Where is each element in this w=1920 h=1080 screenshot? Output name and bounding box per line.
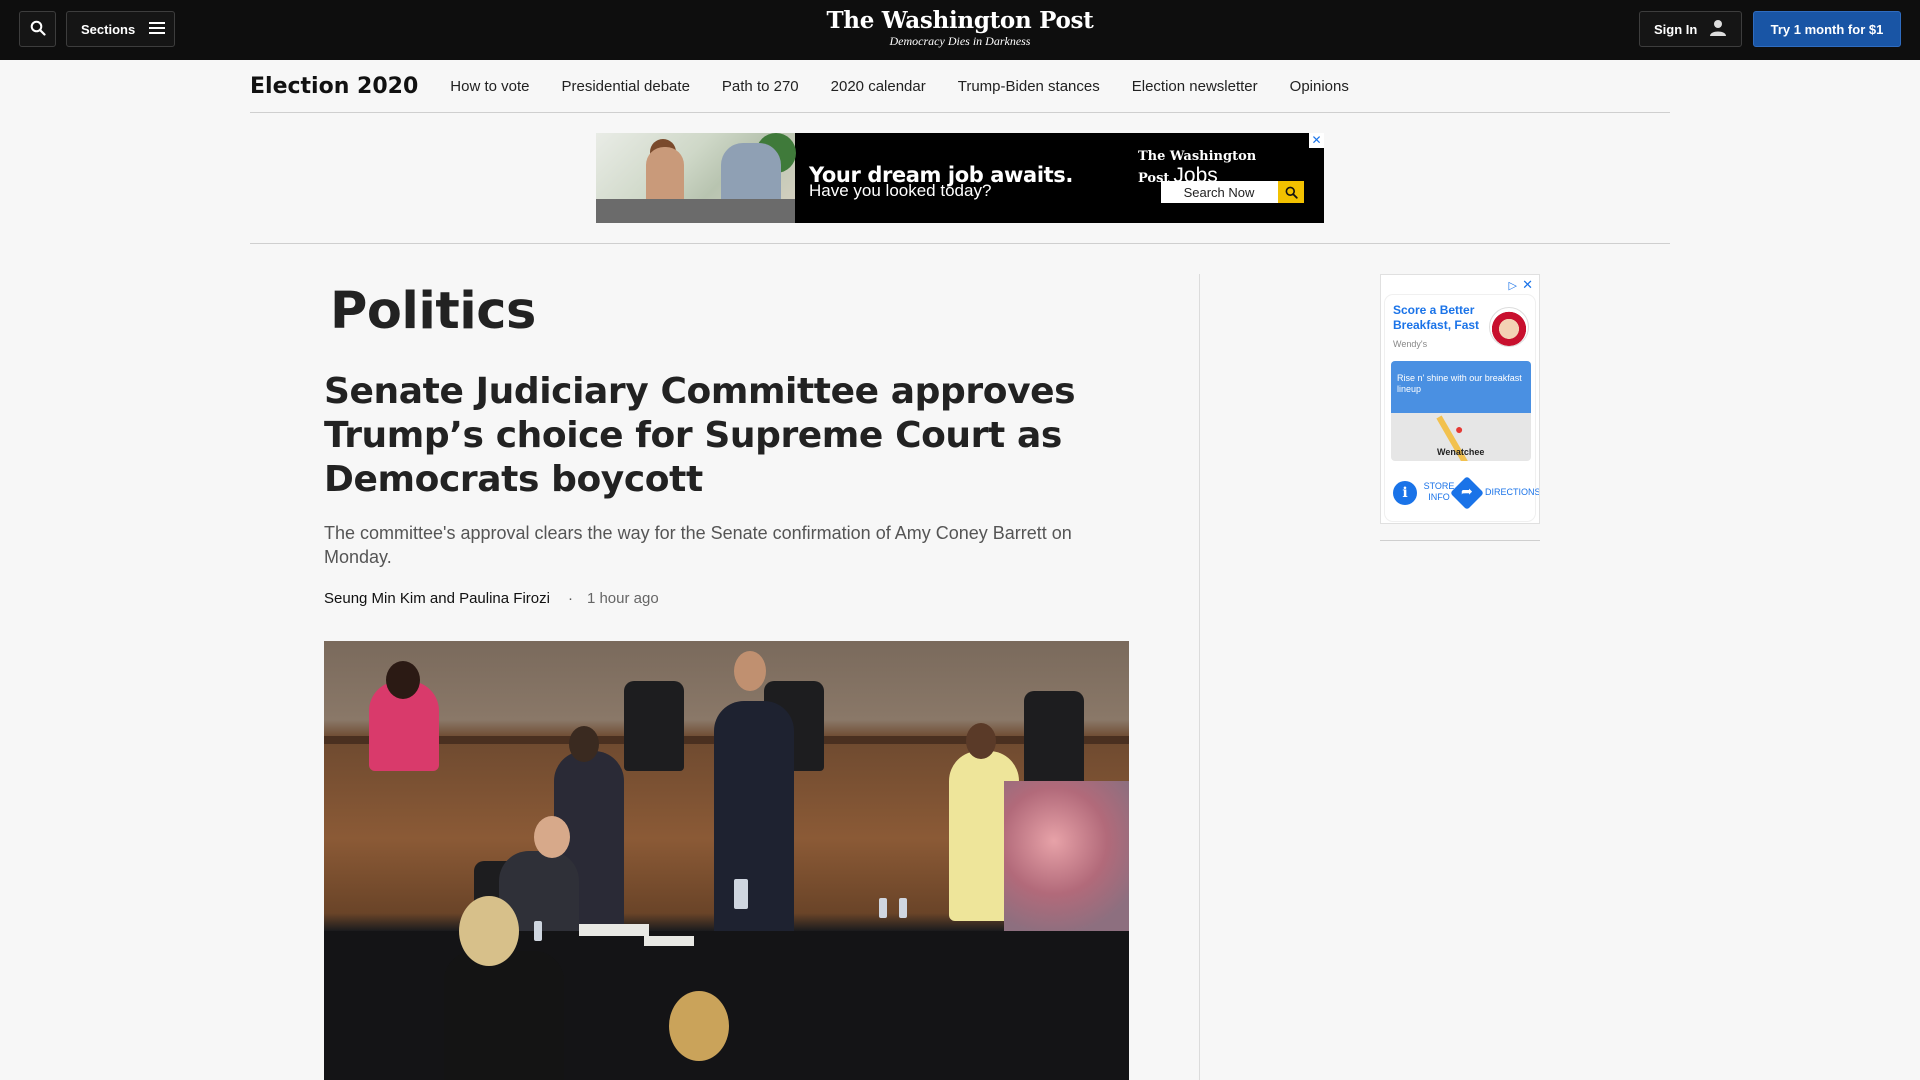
banner-ad-search-icon[interactable] xyxy=(1278,181,1304,203)
article-hero-image[interactable] xyxy=(324,641,1129,1080)
subscribe-trial-button[interactable]: Try 1 month for $1 xyxy=(1753,11,1901,47)
washington-post-logo[interactable]: The Washington Post Democracy Dies in Da… xyxy=(760,7,1160,49)
ad-map[interactable]: Rise n' shine with our breakfast lineup … xyxy=(1391,361,1531,461)
byline-authors[interactable]: Seung Min Kim and Paulina Firozi xyxy=(324,590,550,607)
sign-in-button[interactable]: Sign In xyxy=(1639,11,1742,47)
wendys-logo-icon xyxy=(1489,307,1529,347)
top-navigation-bar: Sections The Washington Post Democracy D… xyxy=(0,0,1920,60)
article-headline[interactable]: Senate Judiciary Committee approves Trum… xyxy=(324,370,1114,502)
user-icon xyxy=(1709,19,1727,40)
subnav-item-election-newsletter[interactable]: Election newsletter xyxy=(1132,78,1258,95)
search-icon xyxy=(30,20,46,39)
directions-arrow-icon: ➦ xyxy=(1461,483,1473,499)
article-dek: The committee's approval clears the way … xyxy=(324,523,1072,567)
subnav-item-presidential-debate[interactable]: Presidential debate xyxy=(561,78,689,95)
subnav-item-trump-biden-stances[interactable]: Trump-Biden stances xyxy=(958,78,1100,95)
info-icon[interactable]: i xyxy=(1393,481,1417,505)
directions-link[interactable]: DIRECTIONS xyxy=(1485,487,1539,497)
adchoices-icon[interactable]: ▷ xyxy=(1509,279,1517,292)
subnav-item-opinions[interactable]: Opinions xyxy=(1290,78,1349,95)
ad-card: Score a Better Breakfast, Fast Wendy's R… xyxy=(1385,295,1539,521)
hamburger-menu-icon xyxy=(149,21,166,38)
sections-label: Sections xyxy=(81,21,136,37)
logo-tagline: Democracy Dies in Darkness xyxy=(889,34,1031,48)
wendys-sidebar-ad[interactable]: ▷ ✕ Score a Better Breakfast, Fast Wendy… xyxy=(1380,274,1540,524)
subnav-item-2020-calendar[interactable]: 2020 calendar xyxy=(831,78,926,95)
ad-divider xyxy=(250,243,1670,244)
sections-button[interactable]: Sections xyxy=(66,11,175,47)
sidebar-divider xyxy=(1380,540,1540,541)
article-byline: Seung Min Kim and Paulina Firozi · 1 hou… xyxy=(324,590,659,607)
sign-in-label: Sign In xyxy=(1654,21,1698,37)
column-divider xyxy=(1199,274,1200,1080)
banner-ad-subline: Have you looked today? xyxy=(809,181,992,200)
ad-brand: Wendy's xyxy=(1393,339,1428,349)
ad-map-text: Rise n' shine with our breakfast lineup xyxy=(1391,361,1531,413)
section-title[interactable]: Politics xyxy=(330,282,536,341)
logo-name: The Washington Post xyxy=(826,7,1094,34)
map-pin-icon: ● xyxy=(1455,421,1464,437)
subnav-title[interactable]: Election 2020 xyxy=(250,74,418,99)
banner-ad-close-icon[interactable]: ✕ xyxy=(1309,133,1324,148)
banner-ad-photo xyxy=(596,133,796,223)
search-button[interactable] xyxy=(19,11,56,47)
map-location-label: Wenatchee xyxy=(1437,447,1485,457)
subnav-item-how-to-vote[interactable]: How to vote xyxy=(450,78,529,95)
article-timestamp: 1 hour ago xyxy=(586,590,659,607)
byline-separator: · xyxy=(567,590,573,607)
subnav-item-path-to-270[interactable]: Path to 270 xyxy=(722,78,799,95)
jobs-banner-ad[interactable]: Your dream job awaits. Have you looked t… xyxy=(596,133,1324,223)
ad-close-icon[interactable]: ✕ xyxy=(1522,277,1533,293)
banner-ad-search-button[interactable]: Search Now xyxy=(1161,181,1281,203)
ad-title[interactable]: Score a Better Breakfast, Fast xyxy=(1393,303,1485,333)
election-2020-subnav: Election 2020 How to vote Presidential d… xyxy=(250,60,1670,113)
